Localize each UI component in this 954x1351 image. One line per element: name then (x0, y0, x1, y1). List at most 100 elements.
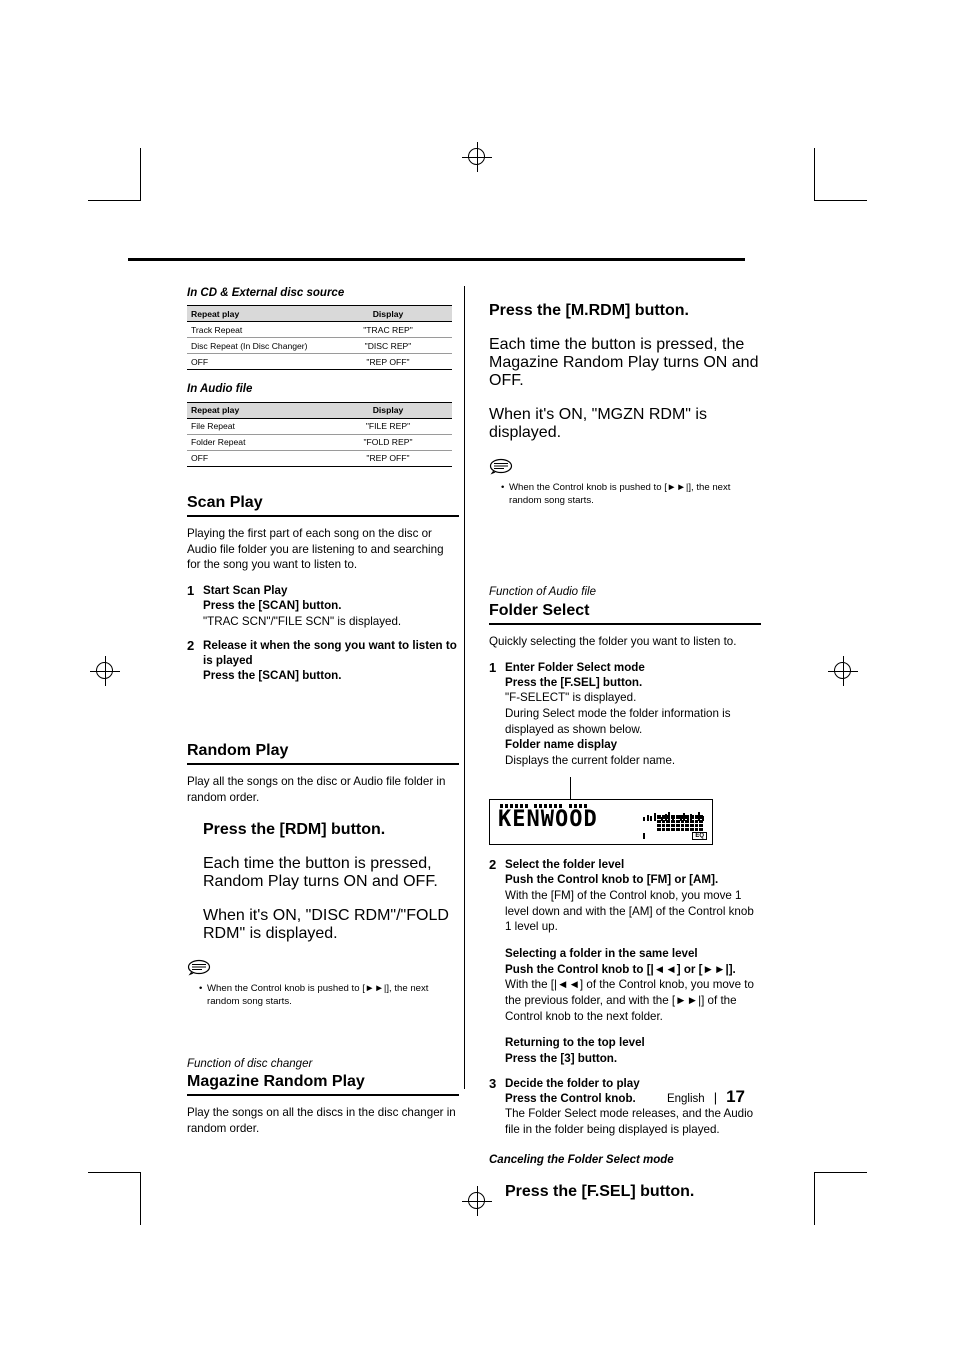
cell-display: "DISC REP" (324, 337, 452, 355)
registration-mark-bottom (462, 1186, 492, 1216)
random-play-action-line: When it's ON, "DISC RDM"/"FOLD RDM" is d… (203, 907, 449, 943)
lcd-eq-label: EQ (692, 831, 707, 841)
magazine-function-label: Function of disc changer (187, 1057, 313, 1070)
step-line: "TRAC SCN"/"FILE SCN" is displayed. (203, 614, 402, 628)
table-row: Disc Repeat (In Disc Changer) "DISC REP" (187, 337, 452, 355)
step-line: Press the [F.SEL] button. (505, 675, 643, 689)
column-divider (464, 286, 465, 1089)
table-header-row: Repeat play Display (187, 305, 452, 323)
folder-select-step-2: 2 Select the folder level Push the Contr… (489, 857, 761, 1066)
crop-mark-top-left (88, 148, 141, 201)
page-footer: English | 17 (667, 1087, 745, 1107)
cell-repeat-play: Folder Repeat (187, 434, 324, 451)
step-line: Press the [SCAN] button. (203, 669, 342, 683)
folder-name-display-graphic: KENWOOD EQ (489, 777, 761, 846)
step-line: With the [FM] of the Control knob, you m… (505, 889, 754, 934)
audio-repeat-table: Repeat play Display File Repeat "FILE RE… (187, 401, 452, 467)
folder-select-function-label: Function of Audio file (489, 586, 596, 599)
scan-play-step-1: 1 Start Scan Play Press the [SCAN] butto… (187, 583, 459, 629)
substep-title: Returning to the top level (505, 1036, 645, 1050)
cell-repeat-play: Disc Repeat (In Disc Changer) (187, 337, 324, 355)
folder-select-intro: Quickly selecting the folder you want to… (489, 634, 737, 648)
cell-display: "REP OFF" (324, 450, 452, 467)
folder-select-heading-block: Folder Select (489, 601, 761, 625)
substep-line: Push the Control knob to [|◄◄] or [►►|]. (505, 962, 736, 976)
scan-play-heading: Scan Play (187, 493, 263, 511)
lcd-level-bars (643, 803, 707, 840)
cancel-folder-select-title: Canceling the Folder Select mode (489, 1153, 674, 1166)
step-line: During Select mode the folder informatio… (505, 706, 731, 736)
mrdm-action-title: Press the [M.RDM] button. (489, 302, 689, 319)
scan-play-step-2: 2 Release it when the song you want to l… (187, 638, 459, 684)
table-header-display: Display (324, 401, 452, 419)
page-number: 17 (726, 1087, 745, 1106)
lcd-panel: KENWOOD EQ (489, 799, 713, 846)
lcd-indicator-block: EQ (643, 803, 709, 841)
registration-mark-right (828, 656, 858, 686)
step-line: "F-SELECT" is displayed. (505, 691, 637, 705)
substep-title: Selecting a folder in the same level (505, 947, 698, 961)
note-item: When the Control knob is pushed to [►►|]… (501, 482, 761, 507)
crop-mark-bottom-right (814, 1172, 867, 1225)
substep-line: With the [|◄◄] of the Control knob, you … (505, 978, 754, 1023)
step-number: 1 (187, 582, 195, 598)
cell-repeat-play: OFF (187, 353, 324, 371)
crop-mark-bottom-left (88, 1172, 141, 1225)
step-title: Select the folder level (505, 858, 625, 872)
step-title: Enter Folder Select mode (505, 660, 645, 674)
table-row: Folder Repeat "FOLD REP" (187, 434, 452, 451)
random-play-note: When the Control knob is pushed to [►►|]… (187, 959, 459, 1008)
footer-divider: | (713, 1090, 718, 1105)
step-number: 2 (187, 638, 195, 654)
random-play-heading-block: Random Play (187, 741, 459, 766)
cell-repeat-play: Track Repeat (187, 321, 324, 339)
cell-display: "TRAC REP" (324, 321, 452, 339)
table-header-row: Repeat play Display (187, 401, 452, 419)
step-number: 1 (489, 659, 497, 675)
step-title: Release it when the song you want to lis… (203, 639, 457, 668)
table-row: Track Repeat "TRAC REP" (187, 321, 452, 339)
mrdm-action-line: Each time the button is pressed, the Mag… (489, 336, 759, 389)
lcd-folder-name: KENWOOD (498, 807, 598, 833)
step-line: Displays the current folder name. (505, 753, 676, 767)
left-column: In CD & External disc source Repeat play… (187, 286, 459, 1147)
folder-select-heading: Folder Select (489, 601, 590, 619)
crop-mark-top-right (814, 148, 867, 201)
note-icon (187, 959, 459, 981)
audio-file-section-title: In Audio file (187, 383, 253, 396)
note-icon (489, 458, 761, 480)
registration-mark-top (462, 142, 492, 172)
mrdm-action: Press the [M.RDM] button. Each time the … (489, 302, 761, 442)
cancel-folder-select-line: Press the [F.SEL] button. (505, 1182, 695, 1200)
footer-language: English (666, 1093, 705, 1105)
table-row: OFF "REP OFF" (187, 450, 452, 467)
step-title: Start Scan Play (203, 583, 288, 597)
table-row: OFF "REP OFF" (187, 353, 452, 371)
random-play-action-title: Press the [RDM] button. (203, 821, 386, 839)
step-line: Folder name display (505, 738, 618, 752)
cell-repeat-play: File Repeat (187, 418, 324, 435)
cd-repeat-table: Repeat play Display Track Repeat "TRAC R… (187, 305, 452, 371)
step-line: The Folder Select mode releases, and the… (505, 1107, 754, 1136)
cd-source-section-title: In CD & External disc source (187, 287, 345, 299)
mrdm-action-line: When it's ON, "MGZN RDM" is displayed. (489, 406, 707, 441)
cell-display: "FILE REP" (324, 418, 452, 435)
magazine-heading-block: Magazine Random Play (187, 1072, 459, 1097)
cell-display: "FOLD REP" (324, 434, 452, 451)
random-play-heading: Random Play (187, 741, 289, 759)
scan-play-heading-block: Scan Play (187, 493, 459, 517)
mrdm-note: When the Control knob is pushed to [►►|]… (489, 458, 761, 507)
step-line: Press the [SCAN] button. (203, 598, 342, 612)
right-column: Press the [M.RDM] button. Each time the … (489, 286, 761, 1217)
magazine-random-play-heading: Magazine Random Play (187, 1073, 365, 1091)
note-item: When the Control knob is pushed to [►►|]… (199, 983, 459, 1008)
table-header-repeat-play: Repeat play (187, 401, 324, 419)
random-play-action-line: Each time the button is pressed, Random … (203, 855, 438, 891)
table-header-repeat-play: Repeat play (187, 305, 324, 323)
lcd-dot-matrix (657, 815, 703, 832)
folder-select-step-1: 1 Enter Folder Select mode Press the [F.… (489, 660, 761, 769)
cell-repeat-play: OFF (187, 450, 324, 467)
step-number: 2 (489, 857, 497, 873)
scan-play-intro: Playing the first part of each song on t… (187, 526, 444, 572)
random-play-action: Press the [RDM] button. Each time the bu… (187, 821, 459, 943)
